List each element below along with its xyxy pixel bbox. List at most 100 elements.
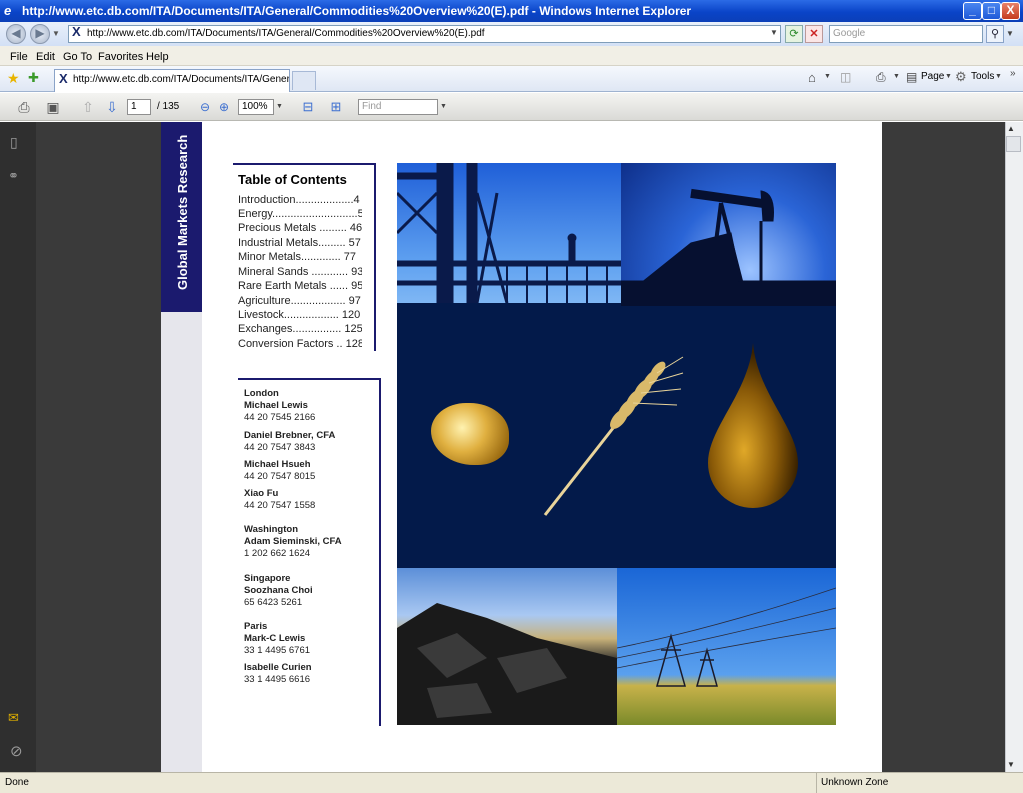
fit-page-icon[interactable]: ⊞ — [326, 97, 346, 117]
tab-current[interactable]: http://www.etc.db.com/ITA/Documents/ITA/… — [54, 69, 290, 92]
steel-structure-graphic — [397, 163, 621, 303]
new-tab-button[interactable] — [292, 71, 316, 90]
print-dropdown-icon[interactable]: ▼ — [893, 73, 900, 80]
history-dropdown-icon[interactable]: ▼ — [52, 29, 60, 38]
zoom-in-icon[interactable]: ⊕ — [214, 97, 234, 117]
attachments-icon[interactable]: ⊘ — [10, 742, 23, 760]
toc-item: Introduction...................4 — [238, 194, 360, 206]
pdf-save-icon[interactable]: ▣ — [43, 97, 63, 117]
contact-phone: 65 6423 5261 — [244, 597, 303, 608]
status-divider — [816, 772, 817, 793]
home-icon[interactable]: ⌂ — [808, 70, 816, 85]
contact-phone: 33 1 4495 6761 — [244, 645, 311, 656]
menu-favorites[interactable]: Favorites — [98, 51, 143, 63]
favorites-star-icon[interactable]: ★ — [7, 70, 20, 87]
feeds-icon[interactable]: ◫ — [840, 70, 851, 84]
minimize-button[interactable]: _ — [963, 2, 982, 20]
zoom-dropdown-icon[interactable]: ▼ — [276, 103, 283, 110]
stop-icon[interactable]: ✕ — [805, 25, 823, 43]
print-icon[interactable]: ⎙ — [876, 70, 886, 85]
toc-item: Minor Metals............. 77 — [238, 251, 356, 263]
power-lines-graphic — [617, 587, 836, 687]
contact-phone: 44 20 7547 3843 — [244, 442, 316, 453]
oil-pump-graphic — [621, 188, 836, 306]
steel-structure-photo — [397, 163, 621, 303]
contact-name: Adam Sieminski, CFA — [244, 536, 342, 547]
add-favorites-icon[interactable]: ✚ — [28, 70, 39, 86]
page-number-input[interactable]: 1 — [127, 99, 151, 115]
chevron-more-icon[interactable]: » — [1010, 68, 1016, 79]
oil-pump-photo — [621, 163, 836, 306]
contact-phone: 44 20 7547 1558 — [244, 500, 316, 511]
security-zone-label: Unknown Zone — [821, 777, 889, 788]
search-options-icon[interactable]: ▼ — [1006, 29, 1014, 38]
tools-menu-button[interactable]: Tools — [971, 71, 994, 82]
pdf-print-icon[interactable]: ⎙ — [14, 97, 34, 117]
gear-icon: ⚙ — [955, 69, 967, 84]
tab-pdf-icon: X — [59, 71, 68, 86]
address-dropdown-icon[interactable]: ▼ — [768, 26, 780, 40]
oil-drop-photo — [703, 343, 803, 508]
contact-phone: 1 202 662 1624 — [244, 548, 311, 559]
page-icon: ▤ — [906, 70, 918, 84]
vertical-scrollbar[interactable] — [1005, 122, 1023, 772]
zoom-out-icon[interactable]: ⊖ — [195, 97, 215, 117]
contact-name: Michael Lewis — [244, 400, 308, 411]
toc-item: Conversion Factors .. 128 — [238, 338, 362, 350]
coal-graphic — [397, 603, 617, 725]
window-title-bar[interactable]: http://www.etc.db.com/ITA/Documents/ITA/… — [0, 0, 1023, 22]
back-button[interactable]: ◀ — [6, 24, 26, 44]
pdf-page-icon: X — [72, 24, 81, 39]
wheat-photo — [537, 353, 687, 523]
ie-logo-icon: e — [4, 3, 12, 18]
contact-phone: 44 20 7545 2166 — [244, 412, 316, 423]
contact-name: Isabelle Curien — [244, 662, 312, 673]
address-input[interactable]: http://www.etc.db.com/ITA/Documents/ITA/… — [68, 25, 781, 43]
zoom-input[interactable]: 100% — [238, 99, 274, 115]
search-input[interactable]: Google — [829, 25, 983, 43]
scrollbar-thumb[interactable] — [1006, 136, 1021, 152]
refresh-icon[interactable]: ⟳ — [785, 25, 803, 43]
tools-dropdown-icon[interactable]: ▼ — [995, 73, 1002, 80]
power-lines-photo — [617, 568, 836, 725]
home-dropdown-icon[interactable]: ▼ — [824, 73, 831, 80]
find-dropdown-icon[interactable]: ▼ — [440, 103, 447, 110]
maximize-button[interactable]: □ — [982, 2, 1001, 20]
oil-drop-graphic — [708, 343, 798, 508]
status-text: Done — [5, 777, 29, 788]
menu-file[interactable]: File — [10, 51, 28, 63]
search-panel-icon[interactable]: ⚭ — [8, 168, 19, 184]
scroll-down-icon[interactable]: ▼ — [1007, 760, 1015, 769]
contact-city: London — [244, 388, 279, 399]
contact-name: Soozhana Choi — [244, 585, 313, 596]
scroll-up-icon[interactable]: ▲ — [1007, 124, 1015, 133]
toc-item: Mineral Sands ............ 93 — [238, 266, 362, 278]
next-page-icon[interactable]: ⇩ — [102, 97, 122, 117]
contact-city: Washington — [244, 524, 298, 535]
page-menu-button[interactable]: Page — [921, 71, 944, 82]
menu-help[interactable]: Help — [146, 51, 169, 63]
toc-item: Precious Metals ......... 46 — [238, 222, 362, 234]
coal-photo — [397, 568, 617, 725]
menu-goto[interactable]: Go To — [63, 51, 92, 63]
page-dropdown-icon[interactable]: ▼ — [945, 73, 952, 80]
pages-panel-icon[interactable]: ▯ — [10, 134, 18, 151]
contact-name: Mark-C Lewis — [244, 633, 306, 644]
page-total-label: / 135 — [157, 101, 180, 112]
pdf-toolbar — [0, 93, 1023, 121]
close-button[interactable]: X — [1001, 2, 1020, 20]
comments-icon[interactable]: ✉ — [8, 710, 19, 726]
menu-edit[interactable]: Edit — [36, 51, 55, 63]
toc-item: Energy............................5 — [238, 208, 362, 220]
contact-city: Paris — [244, 621, 268, 632]
toc-item: Livestock.................. 120 — [238, 309, 361, 321]
gold-nugget-photo — [431, 403, 509, 465]
forward-button[interactable]: ▶ — [30, 24, 50, 44]
previous-page-icon[interactable]: ⇧ — [78, 97, 98, 117]
contact-name: Xiao Fu — [244, 488, 279, 499]
search-icon[interactable]: ⚲ — [986, 25, 1004, 43]
navigation-rail — [0, 122, 36, 772]
find-input[interactable]: Find — [358, 99, 438, 115]
toc-item: Agriculture.................. 97 — [238, 295, 361, 307]
fit-width-icon[interactable]: ⊟ — [298, 97, 318, 117]
